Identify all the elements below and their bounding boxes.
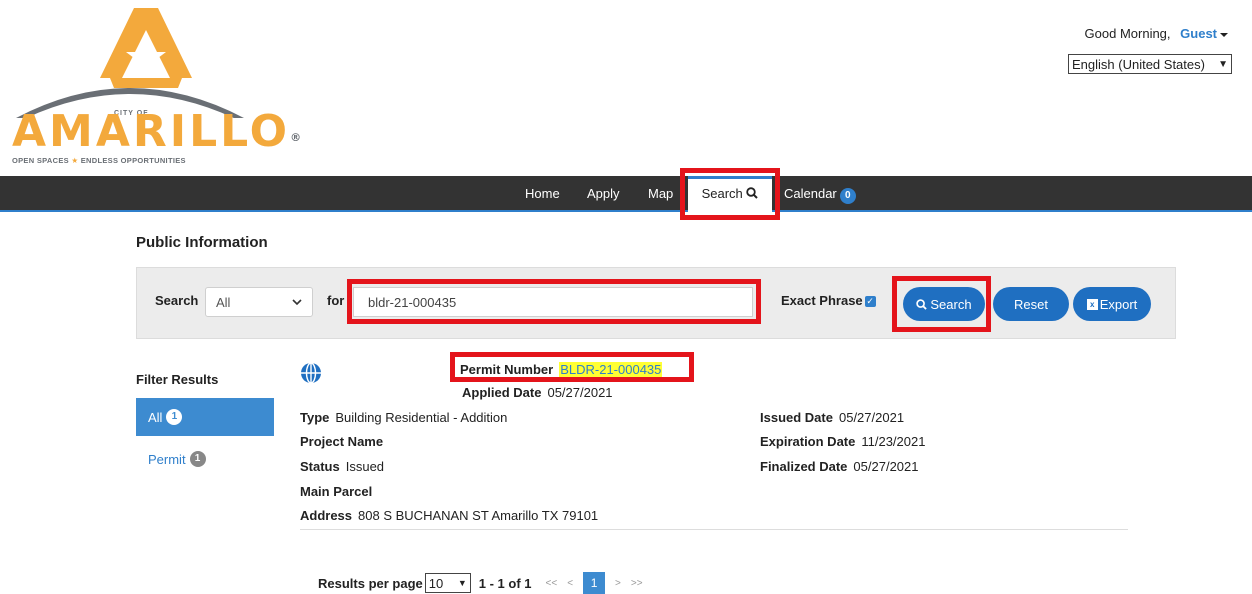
nav-home[interactable]: Home — [525, 176, 560, 212]
results-per-page-label: Results per page — [318, 575, 423, 591]
type-row: Type Building Residential - Addition — [300, 410, 508, 425]
finalized-date-row: Finalized Date 05/27/2021 — [760, 459, 919, 474]
last-page-link[interactable]: >> — [631, 578, 643, 589]
caret-down-icon — [1220, 32, 1228, 37]
current-page[interactable]: 1 — [583, 572, 606, 594]
category-value: All — [216, 294, 231, 310]
calendar-count-badge: 0 — [839, 188, 856, 204]
nav-calendar[interactable]: Calendar 0 — [784, 176, 856, 212]
chevron-down-icon: ▼ — [457, 578, 467, 588]
status-row: Status Issued — [300, 459, 385, 474]
next-page-link[interactable]: > — [615, 578, 621, 589]
main-parcel-row: Main Parcel — [300, 484, 373, 499]
chevron-down-icon: ▼ — [1218, 58, 1228, 70]
star-icon: ★ — [71, 156, 79, 165]
permit-number-link[interactable]: BLDR-21-000435 — [559, 362, 663, 377]
language-value: English (United States) — [1072, 56, 1205, 72]
search-panel: Search All for bldr-21-000435 Exact Phra… — [136, 267, 1176, 339]
search-icon — [746, 187, 759, 199]
count-badge: 1 — [189, 451, 206, 467]
registered-mark: ® — [290, 131, 302, 144]
per-page-select[interactable]: 10 ▼ — [424, 573, 471, 593]
nav-map[interactable]: Map — [648, 176, 673, 212]
exact-phrase-checkbox[interactable]: ✓ — [864, 296, 876, 308]
globe-icon — [301, 362, 321, 384]
prev-page-link[interactable]: < — [567, 578, 573, 589]
logo-wordmark: AMARILLO® — [12, 106, 302, 157]
search-icon — [916, 298, 928, 310]
language-select[interactable]: English (United States) ▼ — [1068, 54, 1232, 74]
category-select[interactable]: All — [205, 287, 313, 317]
first-page-link[interactable]: << — [546, 578, 558, 589]
count-badge: 1 — [166, 409, 183, 425]
reset-button[interactable]: Reset — [993, 287, 1069, 321]
search-button[interactable]: Search — [903, 287, 985, 321]
chevron-down-icon — [292, 298, 302, 305]
filter-item-permit[interactable]: Permit 1 — [148, 451, 206, 467]
nav-search[interactable]: Search — [688, 176, 772, 214]
filter-item-all[interactable]: All 1 — [136, 398, 274, 436]
greeting: Good Morning, Guest — [1085, 26, 1228, 41]
main-navbar: Home Apply Map Search Calendar 0 — [0, 176, 1252, 214]
issued-date-row: Issued Date 05/27/2021 — [760, 410, 905, 425]
results-range: 1 - 1 of 1 — [478, 575, 532, 591]
filter-results-title: Filter Results — [136, 372, 219, 387]
permit-number-row: Permit Number BLDR-21-000435 — [460, 362, 663, 377]
project-name-row: Project Name — [300, 434, 384, 449]
logo-tagline: OPEN SPACES ★ ENDLESS OPPORTUNITIES — [12, 156, 186, 165]
expiration-date-row: Expiration Date 11/23/2021 — [760, 434, 926, 449]
for-label: for — [327, 293, 345, 308]
nav-apply[interactable]: Apply — [587, 176, 620, 212]
city-logo[interactable]: CITY OF AMARILLO® OPEN SPACES ★ ENDLESS … — [10, 8, 301, 165]
search-input[interactable]: bldr-21-000435 — [353, 287, 753, 317]
applied-date-row: Applied Date 05/27/2021 — [462, 385, 613, 400]
exact-phrase-label[interactable]: Exact Phrase ✓ — [781, 293, 876, 308]
logo-a-icon — [16, 8, 244, 118]
address-row: Address 808 S BUCHANAN ST Amarillo TX 791… — [300, 508, 599, 523]
search-label: Search — [155, 293, 199, 308]
result-divider — [300, 529, 1128, 530]
greeting-text: Good Morning, — [1084, 26, 1171, 41]
export-button[interactable]: x Export — [1073, 287, 1151, 321]
pagination: Results per page 10 ▼ 1 - 1 of 1 << < 1 … — [318, 572, 643, 594]
page-title: Public Information — [136, 234, 268, 251]
excel-icon: x — [1086, 298, 1098, 310]
user-menu[interactable]: Guest — [1180, 26, 1228, 41]
